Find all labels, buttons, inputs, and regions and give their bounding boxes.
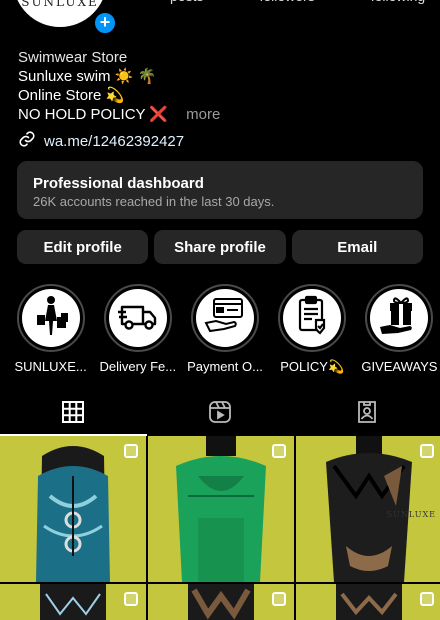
highlight-label: Payment O...: [187, 359, 263, 374]
tab-posts-grid[interactable]: [0, 392, 147, 436]
gift-icon: [376, 293, 422, 344]
highlight-ring[interactable]: [103, 284, 172, 352]
multi-select-checkbox[interactable]: [420, 444, 434, 458]
highlight-policy[interactable]: POLICY💫: [272, 284, 353, 375]
post-thumbnail[interactable]: [148, 584, 294, 620]
profile-bio: Swimwear Store Sunluxe swim ☀️ 🌴 Online …: [18, 48, 220, 124]
post-thumbnail[interactable]: [148, 436, 294, 582]
tab-tagged[interactable]: [293, 392, 440, 436]
reels-icon: [208, 400, 232, 429]
edit-profile-button[interactable]: Edit profile: [17, 230, 149, 264]
grid-icon: [62, 400, 85, 428]
dashboard-subtitle: 26K accounts reached in the last 30 days…: [33, 194, 275, 209]
tab-reels[interactable]: [147, 392, 294, 436]
multi-select-checkbox[interactable]: [124, 592, 138, 606]
email-button[interactable]: Email: [291, 230, 423, 264]
bio-line-1: Sunluxe swim ☀️ 🌴: [18, 68, 157, 85]
profile-avatar-container[interactable]: SUNLUXE +: [10, 0, 118, 36]
highlight-label: GIVEAWAYS: [361, 359, 438, 374]
bio-line-3: NO HOLD POLICY ❌ more: [18, 105, 220, 124]
post-thumbnail[interactable]: [296, 584, 440, 620]
bio-line-3-text: NO HOLD POLICY ❌: [18, 106, 169, 123]
shopper-icon: [28, 293, 74, 344]
multi-select-checkbox[interactable]: [124, 444, 138, 458]
policy-clipboard-icon: [290, 294, 334, 343]
stat-posts-label[interactable]: posts: [170, 0, 203, 4]
multi-select-checkbox[interactable]: [420, 592, 434, 606]
profile-action-buttons: Edit profile Share profile Email: [17, 230, 423, 264]
highlight-label: POLICY💫: [280, 359, 345, 374]
bio-line-2: Online Store 💫: [18, 87, 125, 104]
bio-more-link[interactable]: more: [186, 106, 220, 123]
post-thumbnail[interactable]: [0, 584, 146, 620]
bio-category: Swimwear Store: [18, 49, 128, 66]
post-thumbnail[interactable]: SUNLUXE: [296, 436, 440, 582]
post-thumbnail[interactable]: [0, 436, 146, 582]
highlight-delivery[interactable]: Delivery Fe...: [97, 284, 178, 375]
mannequin-image: [296, 584, 440, 620]
tagged-icon: [355, 400, 379, 429]
payment-card-icon: [202, 293, 248, 344]
highlight-ring[interactable]: [191, 284, 259, 352]
highlight-label: SUNLUXE...: [14, 359, 87, 374]
bio-link[interactable]: wa.me/12462392427: [18, 130, 184, 152]
highlight-ring[interactable]: [16, 284, 85, 352]
stat-following-label[interactable]: following: [371, 0, 425, 4]
bio-link-text[interactable]: wa.me/12462392427: [44, 133, 184, 150]
professional-dashboard-card[interactable]: Professional dashboard 26K accounts reac…: [17, 161, 423, 219]
link-icon: [18, 130, 36, 152]
avatar-brand-text: SUNLUXE: [21, 0, 99, 9]
highlight-giveaways[interactable]: GIVEAWAYS: [359, 284, 440, 375]
mannequin-green-set-image: [148, 436, 294, 582]
dashboard-title: Professional dashboard: [33, 175, 204, 192]
highlight-payment[interactable]: Payment O...: [184, 284, 265, 375]
highlight-ring[interactable]: [278, 284, 347, 352]
posts-grid: SUNLUXE: [0, 436, 440, 620]
add-story-button[interactable]: +: [92, 10, 118, 36]
highlight-sunluxe[interactable]: SUNLUXE...: [10, 284, 91, 375]
story-highlights: SUNLUXE... Delivery Fe... Payment O... P…: [0, 284, 440, 375]
multi-select-checkbox[interactable]: [272, 444, 286, 458]
watermark-text: SUNLUXE: [386, 510, 436, 519]
highlight-label: Delivery Fe...: [99, 359, 177, 374]
stat-followers-label[interactable]: followers: [259, 0, 314, 4]
multi-select-checkbox[interactable]: [272, 592, 286, 606]
share-profile-button[interactable]: Share profile: [154, 230, 286, 264]
mannequin-blue-swimsuit-image: [0, 436, 146, 582]
profile-stats: posts followers following: [170, 0, 425, 4]
mannequin-black-bikini-image: [296, 436, 440, 582]
delivery-truck-icon: [116, 294, 160, 343]
profile-content-tabs: [0, 392, 440, 436]
highlight-ring[interactable]: [365, 284, 434, 352]
